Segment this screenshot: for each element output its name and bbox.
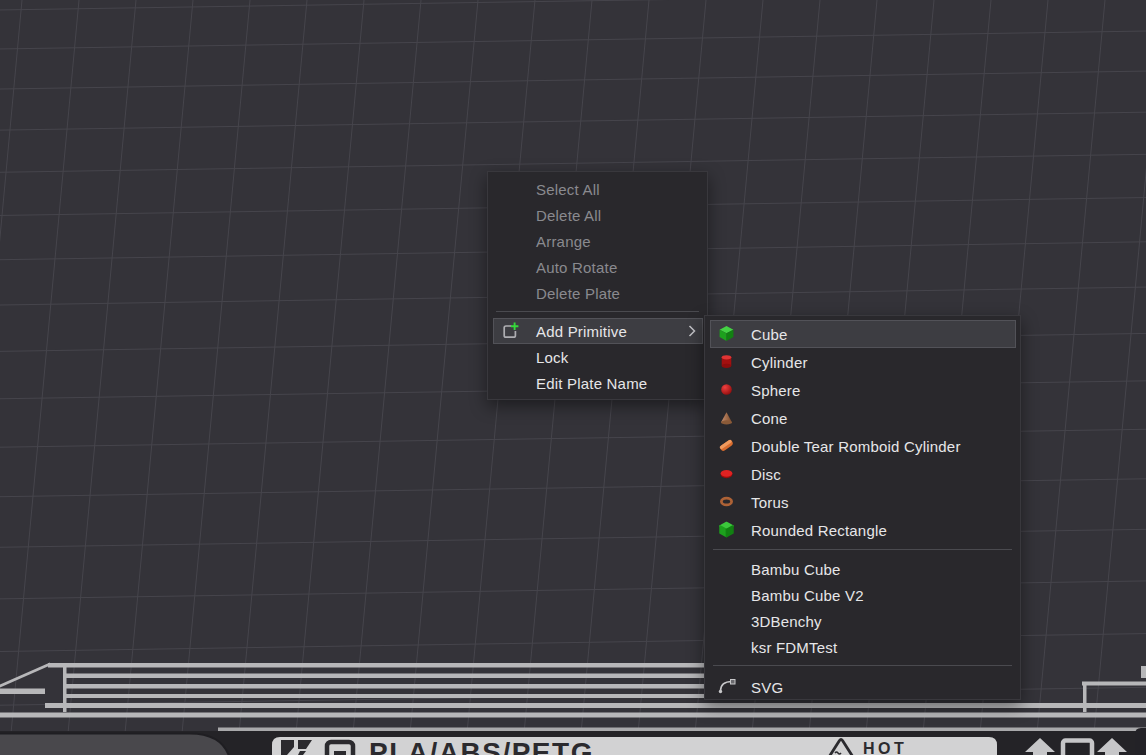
menu-item-cylinder[interactable]: Cylinder <box>705 348 1020 376</box>
menu-item-cone[interactable]: Cone <box>705 404 1020 432</box>
plate-hot-label: HOT <box>863 740 907 755</box>
menu-item-add-primitive[interactable]: Add Primitive <box>488 318 707 344</box>
menu-item-ksr-fdmtest[interactable]: ksr FDMTest <box>705 634 1020 660</box>
menu-item-sphere[interactable]: Sphere <box>705 376 1020 404</box>
menu-item-rounded-rectangle[interactable]: Rounded Rectangle <box>705 516 1020 544</box>
menu-item-arrange[interactable]: Arrange <box>488 228 707 254</box>
plate-handle-left <box>0 734 232 755</box>
plate-context-menu: Select All Delete All Arrange Auto Rotat… <box>487 171 708 400</box>
menu-item-svg[interactable]: SVG <box>705 672 1020 702</box>
chevron-right-icon <box>688 325 696 337</box>
menu-item-cube[interactable]: Cube <box>705 320 1020 348</box>
menu-item-delete-plate[interactable]: Delete Plate <box>488 280 707 306</box>
menu-item-delete-all[interactable]: Delete All <box>488 202 707 228</box>
menu-item-bambu-cube[interactable]: Bambu Cube <box>705 556 1020 582</box>
add-primitive-submenu: Cube Cylinder Sphere Cone <box>704 315 1021 700</box>
menu-item-disc[interactable]: Disc <box>705 460 1020 488</box>
plate-handle-right <box>1135 728 1146 755</box>
menu-item-torus[interactable]: Torus <box>705 488 1020 516</box>
menu-item-double-tear-romboid-cylinder[interactable]: Double Tear Romboid Cylinder <box>705 432 1020 460</box>
menu-item-edit-plate-name[interactable]: Edit Plate Name <box>488 370 707 396</box>
menu-item-select-all[interactable]: Select All <box>488 176 707 202</box>
plate-material-label: PLA/ABS/PETG <box>369 737 594 755</box>
menu-item-3dbenchy[interactable]: 3DBenchy <box>705 608 1020 634</box>
menu-item-bambu-cube-v2[interactable]: Bambu Cube V2 <box>705 582 1020 608</box>
menu-separator <box>496 311 699 312</box>
menu-separator <box>713 665 1012 666</box>
menu-item-auto-rotate[interactable]: Auto Rotate <box>488 254 707 280</box>
menu-separator <box>713 549 1012 550</box>
plate-bottom-line <box>218 728 1146 732</box>
menu-item-lock[interactable]: Lock <box>488 344 707 370</box>
